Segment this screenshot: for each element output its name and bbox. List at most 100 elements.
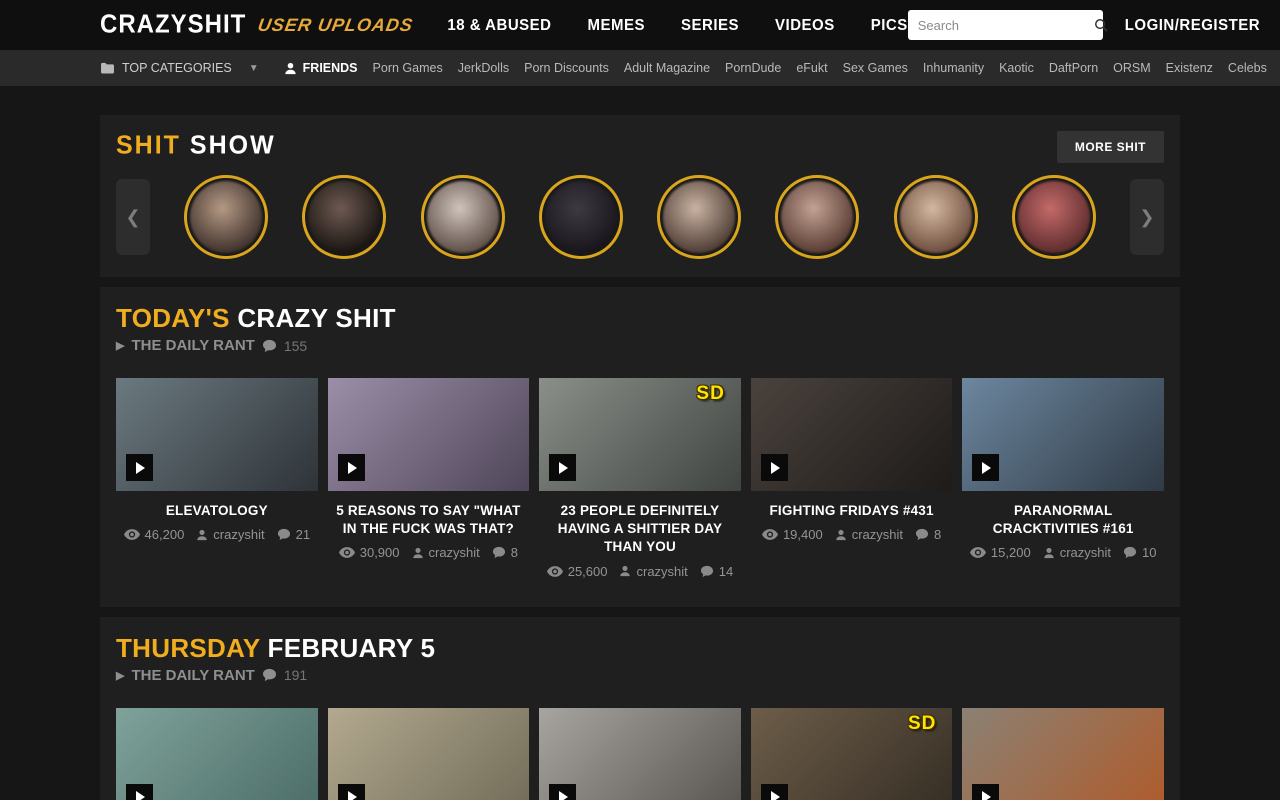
friend-link-adult-magazine[interactable]: Adult Magazine bbox=[624, 61, 710, 75]
author-name: crazyshit bbox=[429, 545, 480, 560]
daily-rant-label: THE DAILY RANT bbox=[131, 337, 254, 354]
friend-link-jerkdolls[interactable]: JerkDolls bbox=[458, 61, 509, 75]
play-button-icon[interactable] bbox=[338, 784, 365, 800]
person-icon bbox=[284, 62, 297, 75]
menu-item-memes[interactable]: MEMES bbox=[588, 16, 646, 34]
friend-link-porn-games[interactable]: Porn Games bbox=[373, 61, 443, 75]
section-title-yellow: TODAY'S bbox=[116, 303, 230, 333]
shit-show-avatar[interactable] bbox=[894, 175, 978, 259]
video-author[interactable]: crazyshit bbox=[412, 545, 480, 560]
author-name: crazyshit bbox=[213, 527, 264, 542]
shit-show-avatar[interactable] bbox=[775, 175, 859, 259]
login-register-button[interactable]: LOGIN/REGISTER bbox=[1125, 16, 1260, 34]
avatar-image bbox=[190, 181, 262, 253]
shit-show-avatar[interactable] bbox=[184, 175, 268, 259]
shit-show-avatar[interactable] bbox=[657, 175, 741, 259]
daily-rant-link[interactable]: ▶ THE DAILY RANT 191 bbox=[116, 667, 1164, 684]
comment-bubble-icon bbox=[492, 546, 506, 559]
friend-link-existenz[interactable]: Existenz bbox=[1166, 61, 1213, 75]
video-thumbnail[interactable]: SD bbox=[539, 378, 741, 491]
comment-count: 8 bbox=[934, 527, 941, 542]
video-thumbnail[interactable] bbox=[539, 708, 741, 800]
search-input[interactable] bbox=[918, 18, 1094, 33]
video-title[interactable]: FIGHTING FRIDAYS #431 bbox=[751, 502, 953, 520]
friend-link-sex-games[interactable]: Sex Games bbox=[843, 61, 908, 75]
avatar-image bbox=[663, 181, 735, 253]
friend-link-efukt[interactable]: eFukt bbox=[796, 61, 827, 75]
menu-item-videos[interactable]: VIDEOS bbox=[775, 16, 835, 34]
carousel-right-arrow[interactable]: ❯ bbox=[1130, 179, 1164, 255]
user-icon bbox=[412, 547, 424, 559]
video-author[interactable]: crazyshit bbox=[1043, 545, 1111, 560]
friend-link-celebs[interactable]: Celebs bbox=[1228, 61, 1267, 75]
eye-icon bbox=[547, 566, 563, 577]
carousel-left-arrow[interactable]: ❮ bbox=[116, 179, 150, 255]
search-box[interactable] bbox=[908, 10, 1103, 40]
menu-item-series[interactable]: SERIES bbox=[681, 16, 739, 34]
site-tagline: USER UPLOADS bbox=[256, 15, 415, 36]
site-logo[interactable]: CRAZYSHIT bbox=[100, 10, 246, 40]
play-button-icon[interactable] bbox=[338, 454, 365, 481]
video-title[interactable]: PARANORMAL CRACKTIVITIES #161 bbox=[962, 502, 1164, 538]
friend-link-porn-discounts[interactable]: Porn Discounts bbox=[524, 61, 609, 75]
shit-show-avatar[interactable] bbox=[302, 175, 386, 259]
video-thumbnail[interactable] bbox=[328, 708, 530, 800]
friend-link-kaotic[interactable]: Kaotic bbox=[999, 61, 1034, 75]
video-thumbnail[interactable] bbox=[962, 378, 1164, 491]
video-card: SD 23 PEOPLE DEFINITELY HAVING A SHITTIE… bbox=[539, 378, 741, 579]
play-button-icon[interactable] bbox=[972, 784, 999, 800]
video-thumbnail[interactable] bbox=[751, 378, 953, 491]
video-thumbnail[interactable]: SD bbox=[751, 708, 953, 800]
search-icon[interactable] bbox=[1094, 18, 1109, 33]
friend-link-daftporn[interactable]: DaftPorn bbox=[1049, 61, 1098, 75]
play-button-icon[interactable] bbox=[549, 454, 576, 481]
avatar-image bbox=[900, 181, 972, 253]
menu-item-pics[interactable]: PICS bbox=[871, 16, 908, 34]
play-button-icon[interactable] bbox=[126, 454, 153, 481]
comment-bubble-icon bbox=[262, 339, 277, 353]
play-button-icon[interactable] bbox=[126, 784, 153, 800]
friend-link-porndude[interactable]: PornDude bbox=[725, 61, 781, 75]
more-shit-button[interactable]: MORE SHIT bbox=[1057, 131, 1164, 163]
play-button-icon[interactable] bbox=[761, 784, 788, 800]
shit-show-avatar[interactable] bbox=[1012, 175, 1096, 259]
video-title[interactable]: ELEVATOLOGY bbox=[116, 502, 318, 520]
video-author[interactable]: crazyshit bbox=[196, 527, 264, 542]
top-categories-dropdown[interactable]: TOP CATEGORIES ▼ bbox=[100, 61, 259, 75]
video-thumbnail[interactable] bbox=[116, 378, 318, 491]
play-button-icon[interactable] bbox=[549, 784, 576, 800]
video-title[interactable]: 23 PEOPLE DEFINITELY HAVING A SHITTIER D… bbox=[539, 502, 741, 557]
section-title: THURSDAY FEBRUARY 5 bbox=[116, 633, 1164, 664]
video-meta: 25,600 crazyshit 14 bbox=[539, 564, 741, 579]
shit-show-avatar[interactable] bbox=[539, 175, 623, 259]
friends-link[interactable]: FRIENDS bbox=[284, 61, 358, 75]
video-meta: 15,200 crazyshit 10 bbox=[962, 545, 1164, 560]
video-meta: 46,200 crazyshit 21 bbox=[116, 527, 318, 542]
play-button-icon[interactable] bbox=[972, 454, 999, 481]
video-author[interactable]: crazyshit bbox=[619, 564, 687, 579]
video-thumbnail[interactable] bbox=[962, 708, 1164, 800]
section-title: TODAY'S CRAZY SHIT bbox=[116, 303, 1164, 334]
video-author[interactable]: crazyshit bbox=[835, 527, 903, 542]
daily-rant-comment-count: 155 bbox=[284, 338, 307, 354]
friend-link-orsm[interactable]: ORSM bbox=[1113, 61, 1151, 75]
video-thumbnail[interactable] bbox=[116, 708, 318, 800]
shit-show-avatar[interactable] bbox=[421, 175, 505, 259]
video-thumbnail[interactable] bbox=[328, 378, 530, 491]
sd-badge: SD bbox=[696, 383, 724, 405]
sd-badge: SD bbox=[908, 713, 936, 735]
comment-bubble-icon bbox=[1123, 546, 1137, 559]
menu-item-18-abused[interactable]: 18 & ABUSED bbox=[447, 16, 551, 34]
play-triangle-icon: ▶ bbox=[116, 669, 124, 682]
play-button-icon[interactable] bbox=[761, 454, 788, 481]
eye-icon bbox=[339, 547, 355, 558]
video-card: PARANORMAL CRACKTIVITIES #161 15,200 cra… bbox=[962, 378, 1164, 579]
shit-show-title-white: SHOW bbox=[190, 130, 276, 159]
video-card: ELEVATOLOGY 46,200 crazyshit 21 bbox=[116, 378, 318, 579]
video-meta: 30,900 crazyshit 8 bbox=[328, 545, 530, 560]
play-triangle-icon: ▶ bbox=[116, 339, 124, 352]
friend-link-inhumanity[interactable]: Inhumanity bbox=[923, 61, 984, 75]
daily-rant-link[interactable]: ▶ THE DAILY RANT 155 bbox=[116, 337, 1164, 354]
video-title[interactable]: 5 REASONS TO SAY "WHAT IN THE FUCK WAS T… bbox=[328, 502, 530, 538]
eye-icon bbox=[970, 547, 986, 558]
